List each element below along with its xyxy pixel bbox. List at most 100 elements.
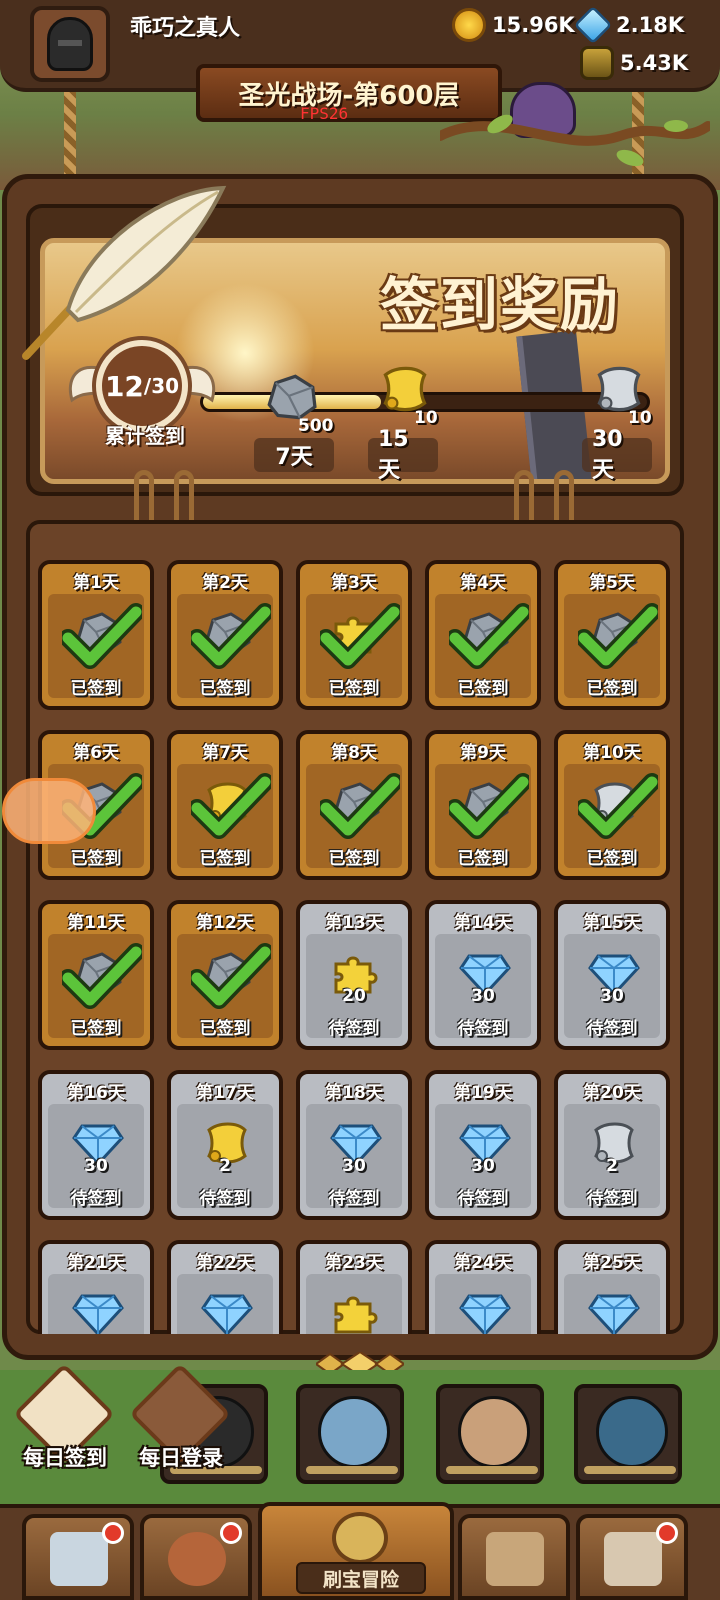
nav-adventure-button[interactable]: 刷宝冒险 (258, 1502, 454, 1600)
day-label: 第18天 (325, 1083, 383, 1103)
day-status: 待签到 (457, 1189, 509, 1209)
reward-amount: 30 (471, 1156, 495, 1176)
gem-amount: 2.18K (616, 13, 685, 37)
milestone-amount: 10 (414, 408, 438, 428)
day-status: 已签到 (586, 679, 638, 699)
nav-bag-button[interactable] (458, 1514, 570, 1600)
potion-amount: 5.43K (620, 51, 689, 75)
milestone-amount: 500 (298, 416, 334, 436)
hero-card[interactable] (436, 1384, 544, 1484)
day-label: 第20天 (583, 1083, 641, 1103)
day-cell[interactable]: 第17天 2 待签到 (167, 1070, 283, 1220)
day-status: 待签到 (586, 1189, 638, 1209)
day-label: 第25天 (583, 1253, 641, 1273)
day-cell[interactable]: 第5天 已签到 (554, 560, 670, 710)
day-label: 第8天 (331, 743, 377, 763)
blue-gem-icon (459, 1294, 511, 1334)
day-reward (330, 1290, 382, 1334)
floating-assist-icon[interactable] (2, 778, 96, 844)
day-cell[interactable]: 第24天 (425, 1240, 541, 1334)
day-cell[interactable]: 第1天已签到 (38, 560, 154, 710)
hero-card[interactable] (574, 1384, 682, 1484)
day-status: 已签到 (199, 1019, 251, 1039)
day-label: 第6天 (73, 743, 119, 763)
day-cell[interactable]: 第20天 2 待签到 (554, 1070, 670, 1220)
shop-stall-icon (50, 1532, 108, 1586)
puzzle-icon (334, 1296, 378, 1334)
day-status: 待签到 (328, 1019, 380, 1039)
milestone-reward-1[interactable] (262, 372, 320, 422)
day-cell[interactable]: 第4天 已签到 (425, 560, 541, 710)
day-label: 第1天 (73, 573, 119, 593)
day-label: 第15天 (583, 913, 641, 933)
day-cell[interactable]: 第3天 已签到 (296, 560, 412, 710)
day-status: 待签到 (70, 1189, 122, 1209)
day-label: 第17天 (196, 1083, 254, 1103)
milestone-reward-2[interactable] (376, 364, 434, 414)
day-cell[interactable]: 第18天 30 待签到 (296, 1070, 412, 1220)
day-cell[interactable]: 第25天 (554, 1240, 670, 1334)
day-cell[interactable]: 第14天 30 待签到 (425, 900, 541, 1050)
day-cell[interactable]: 第7天 已签到 (167, 730, 283, 880)
hero-card[interactable] (296, 1384, 404, 1484)
day-status: 待签到 (586, 1019, 638, 1039)
daily-login-button[interactable]: 每日登录 (126, 1363, 236, 1490)
coin-counter[interactable]: 15.96K (452, 8, 575, 42)
day-cell[interactable]: 第8天 已签到 (296, 730, 412, 880)
day-label: 第10天 (583, 743, 641, 763)
progress-count: 12/30 (102, 346, 182, 426)
reward-amount: 30 (342, 1156, 366, 1176)
day-cell[interactable]: 第12天已签到 (167, 900, 283, 1050)
day-cell[interactable]: 第15天 30 待签到 (554, 900, 670, 1050)
nav-hero-button[interactable] (140, 1514, 252, 1600)
day-cell[interactable]: 第16天 30 待签到 (38, 1070, 154, 1220)
checkmark-icon (320, 773, 400, 839)
day-label: 第23天 (325, 1253, 383, 1273)
reward-amount: 30 (600, 986, 624, 1006)
day-cell[interactable]: 第10天 已签到 (554, 730, 670, 880)
gem-counter[interactable]: 2.18K (573, 5, 685, 45)
progress-current: 12 (104, 369, 144, 403)
day-label: 第9天 (460, 743, 506, 763)
day-status: 已签到 (457, 849, 509, 869)
reward-amount: 20 (342, 986, 366, 1006)
progress-total: /30 (143, 374, 180, 398)
daily-checkin-button[interactable]: 每日签到 (10, 1363, 120, 1490)
coin-icon (452, 8, 486, 42)
day-label: 第2天 (202, 573, 248, 593)
day-cell[interactable]: 第2天 已签到 (167, 560, 283, 710)
day-cell[interactable]: 第23天 (296, 1240, 412, 1334)
day-cell[interactable]: 第9天已签到 (425, 730, 541, 880)
avatar[interactable] (30, 6, 110, 82)
checkmark-icon (191, 773, 271, 839)
checkmark-icon (449, 773, 529, 839)
checkmark-icon (191, 943, 271, 1009)
checkmark-icon (62, 943, 142, 1009)
hero-portrait (596, 1396, 668, 1468)
day-status: 已签到 (70, 679, 122, 699)
gold-scroll-icon (383, 366, 427, 412)
day-label: 第12天 (196, 913, 254, 933)
daily-login-label: 每日登录 (139, 1446, 223, 1470)
hero-bar (446, 1466, 538, 1474)
day-cell[interactable]: 第22天 (167, 1240, 283, 1334)
day-label: 第19天 (454, 1083, 512, 1103)
day-cell[interactable]: 第11天 已签到 (38, 900, 154, 1050)
day-status: 已签到 (328, 679, 380, 699)
notification-dot (656, 1522, 678, 1544)
milestone-day-label: 15天 (368, 427, 438, 483)
nav-shop-button[interactable] (22, 1514, 134, 1600)
day-grid[interactable]: 第1天 已签到 第2天 已签到 第3天 已签到 第4天 已签到 第5天 已签到 第6天 已签到 第7天已… (38, 560, 688, 1334)
potion-counter[interactable]: 5.43K (580, 46, 688, 80)
nav-forge-button[interactable] (576, 1514, 688, 1600)
milestone-amount: 10 (628, 408, 652, 428)
reward-amount: 30 (471, 986, 495, 1006)
reward-amount: 2 (219, 1156, 231, 1176)
day-cell[interactable]: 第21天 (38, 1240, 154, 1334)
day-status: 已签到 (199, 849, 251, 869)
coin-amount: 15.96K (492, 13, 575, 37)
checkmark-icon (320, 603, 400, 669)
milestone-reward-3[interactable] (590, 364, 648, 414)
day-cell[interactable]: 第19天 30 待签到 (425, 1070, 541, 1220)
day-cell[interactable]: 第13天 20 待签到 (296, 900, 412, 1050)
